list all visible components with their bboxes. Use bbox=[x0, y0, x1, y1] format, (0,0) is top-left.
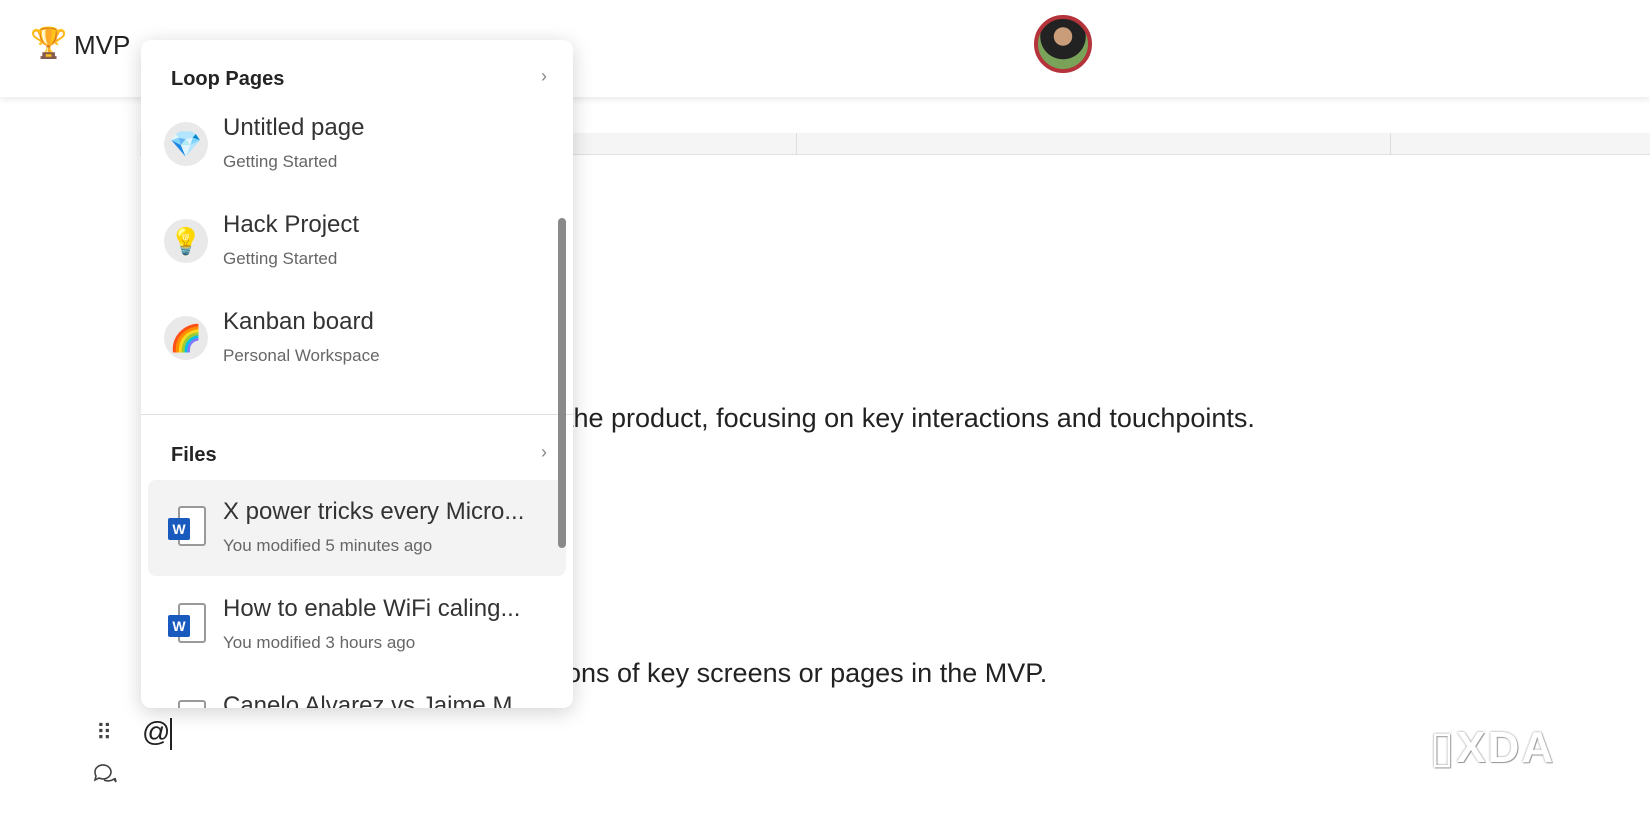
diamond-icon: 💎 bbox=[164, 122, 208, 166]
section-loop-pages[interactable]: Loop Pages bbox=[171, 68, 284, 91]
item-title: Untitled page bbox=[223, 114, 365, 141]
item-title: X power tricks every Micro... bbox=[223, 498, 525, 525]
text-caret bbox=[170, 717, 173, 750]
file-item[interactable]: W How to enable WiFi caling... You modif… bbox=[148, 577, 566, 673]
item-title: Hack Project bbox=[223, 211, 360, 238]
word-doc-icon: W bbox=[168, 603, 208, 647]
item-subtitle: Personal Workspace bbox=[223, 346, 380, 365]
section-files[interactable]: Files bbox=[171, 444, 217, 467]
editor-input[interactable]: @ bbox=[142, 716, 173, 750]
mention-menu: Loop Pages › 💎 Untitled page Getting Sta… bbox=[141, 40, 573, 708]
list-item[interactable]: 💡 Hack Project Getting Started bbox=[148, 193, 566, 289]
item-title: How to enable WiFi caling... bbox=[223, 595, 521, 622]
item-subtitle: Getting Started bbox=[223, 249, 338, 268]
item-subtitle: Getting Started bbox=[223, 152, 338, 171]
list-item[interactable]: 💎 Untitled page Getting Started bbox=[148, 96, 566, 192]
body-line: the product, focusing on key interaction… bbox=[566, 403, 1255, 433]
file-item[interactable]: Canelo Alvarez vs Jaime M... bbox=[148, 674, 566, 708]
word-doc-icon bbox=[168, 700, 208, 708]
scrollbar[interactable] bbox=[558, 218, 566, 548]
chevron-right-icon[interactable]: › bbox=[541, 66, 547, 87]
file-item[interactable]: W X power tricks every Micro... You modi… bbox=[148, 480, 566, 576]
item-subtitle: You modified 5 minutes ago bbox=[223, 536, 433, 555]
item-title: Kanban board bbox=[223, 308, 374, 335]
body-line: ons of key screens or pages in the MVP. bbox=[566, 658, 1048, 688]
drag-handle-icon[interactable]: ⠿ bbox=[96, 720, 112, 746]
word-doc-icon: W bbox=[168, 506, 208, 550]
chevron-right-icon[interactable]: › bbox=[541, 442, 547, 463]
lightbulb-icon: 💡 bbox=[164, 219, 208, 263]
list-item[interactable]: 🌈 Kanban board Personal Workspace bbox=[148, 290, 566, 386]
rainbow-icon: 🌈 bbox=[164, 316, 208, 360]
item-title: Canelo Alvarez vs Jaime M... bbox=[223, 692, 533, 708]
comment-icon[interactable] bbox=[92, 762, 118, 786]
user-avatar[interactable] bbox=[1034, 15, 1092, 73]
xda-watermark: ▯XDA bbox=[1430, 723, 1556, 772]
workspace-title[interactable]: MVP bbox=[74, 30, 130, 61]
divider bbox=[141, 414, 573, 415]
item-subtitle: You modified 3 hours ago bbox=[223, 633, 416, 652]
trophy-icon: 🏆 bbox=[30, 27, 68, 60]
